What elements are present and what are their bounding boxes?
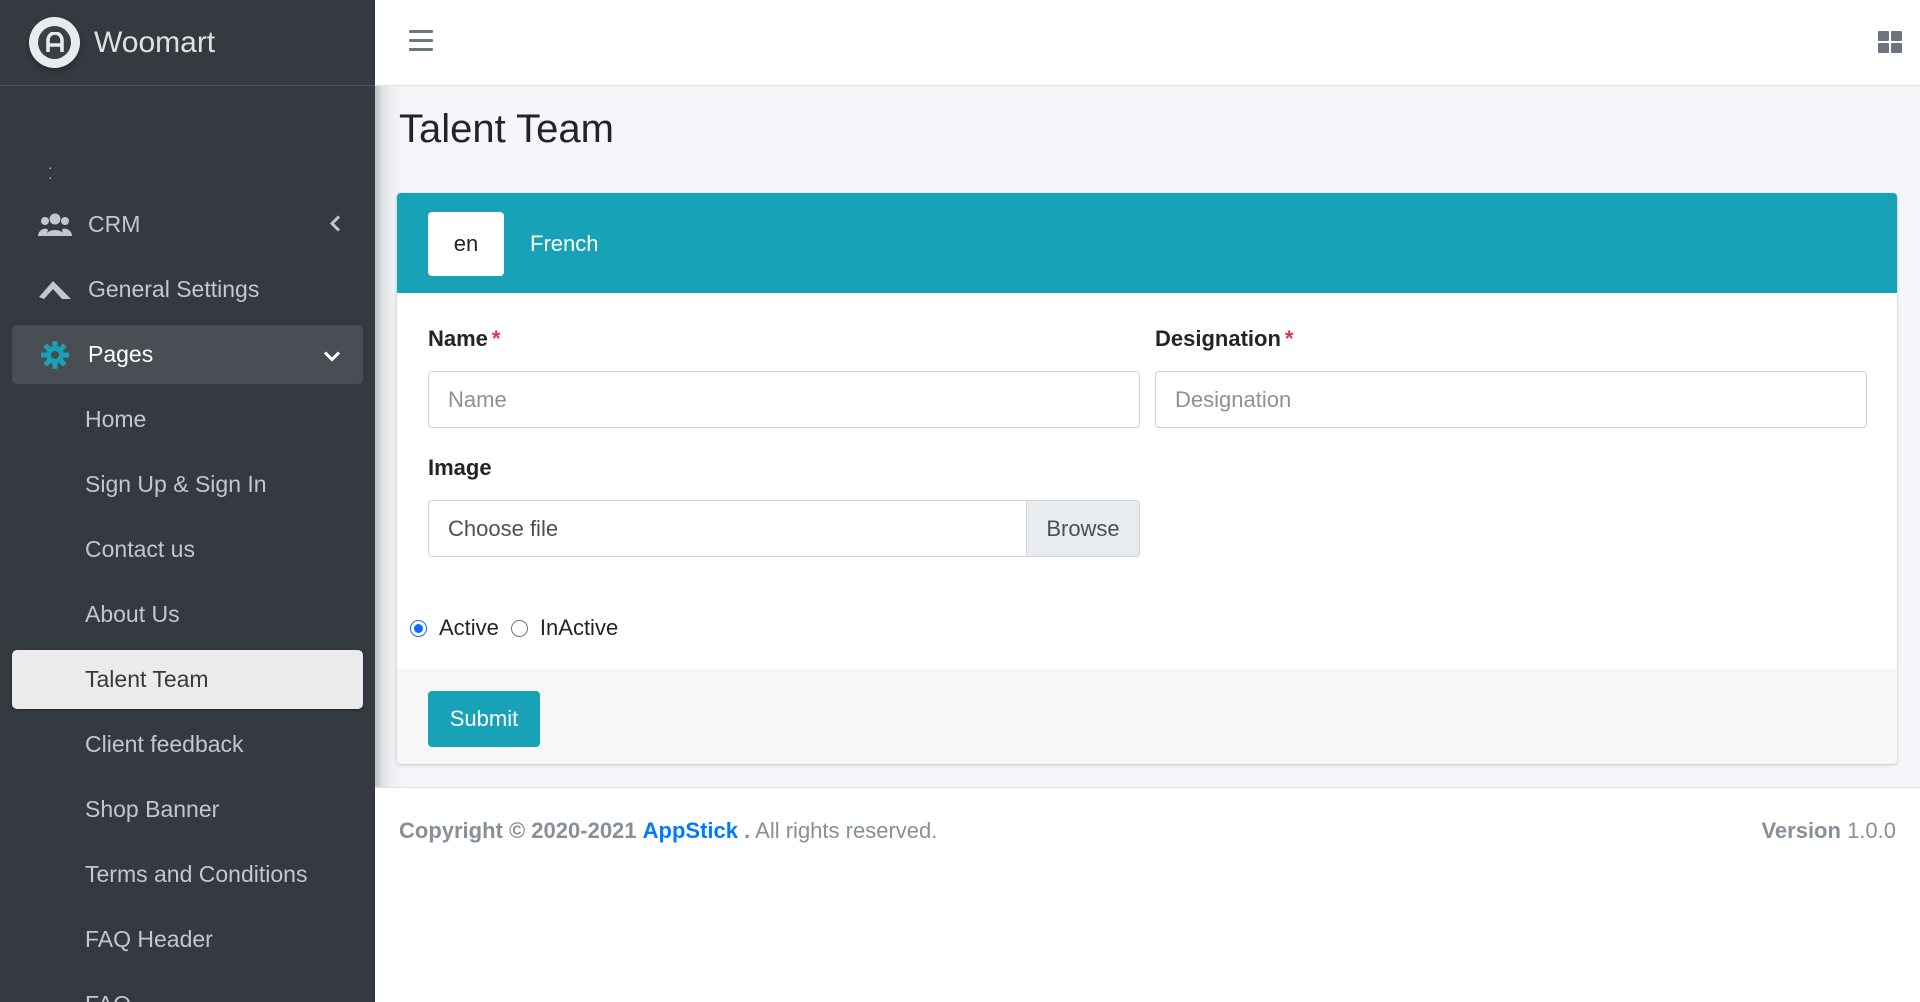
file-name-placeholder: Choose file — [448, 515, 559, 541]
copyright-suffix: All rights reserved. — [755, 818, 938, 843]
appstick-link[interactable]: AppStick — [643, 818, 738, 843]
brand[interactable]: Woomart — [0, 0, 375, 86]
sidebar: Woomart · · CRM General Settings Pages H… — [0, 0, 375, 1002]
gear-icon — [38, 338, 72, 372]
sidebar-subitem-shop-banner[interactable]: Shop Banner — [12, 780, 363, 839]
required-mark: * — [1284, 326, 1294, 351]
tab-french[interactable]: French — [504, 212, 624, 276]
chevron-left-icon — [329, 211, 341, 238]
grid-icon[interactable] — [1878, 31, 1902, 53]
version-text: Version 1.0.0 — [1761, 818, 1896, 844]
status-radio-group: Active InActive — [410, 615, 618, 641]
sidebar-nav: CRM General Settings Pages Home Sign Up … — [12, 195, 363, 1002]
sidebar-subitem-faq-header[interactable]: FAQ Header — [12, 910, 363, 969]
image-label: Image — [428, 455, 492, 480]
copyright-text: Copyright © 2020-2021 AppStick . All rig… — [399, 818, 937, 844]
nav-item-partial: · · — [48, 159, 55, 185]
language-tabs: en French — [397, 193, 1897, 293]
sidebar-subitem-label: FAQ — [85, 991, 131, 1002]
copyright-prefix: Copyright © 2020-2021 — [399, 818, 637, 843]
radio-inactive-label[interactable]: InActive — [540, 615, 618, 641]
settings-logo-icon — [38, 273, 72, 307]
users-icon — [38, 208, 72, 242]
required-mark: * — [491, 326, 501, 351]
image-file-input[interactable]: Choose file Browse — [428, 500, 1140, 557]
name-label: Name * — [428, 326, 501, 351]
radio-inactive[interactable] — [510, 619, 528, 637]
page-footer: Copyright © 2020-2021 AppStick . All rig… — [375, 787, 1920, 1002]
brand-logo-icon — [45, 31, 64, 52]
sidebar-subitem-label: FAQ Header — [85, 926, 213, 952]
version-value: 1.0.0 — [1847, 818, 1896, 843]
brand-name: Woomart — [94, 25, 216, 59]
radio-active-label[interactable]: Active — [439, 615, 499, 641]
sidebar-subitem-client-feedback[interactable]: Client feedback — [12, 715, 363, 774]
sidebar-item-crm[interactable]: CRM — [12, 195, 363, 254]
sidebar-item-label: Pages — [88, 341, 154, 367]
tab-en[interactable]: en — [428, 212, 504, 276]
card-footer: Submit — [397, 670, 1897, 764]
sidebar-subitem-label: About Us — [85, 601, 180, 627]
version-label: Version — [1761, 818, 1841, 843]
sidebar-subitem-home[interactable]: Home — [12, 390, 363, 449]
app-root: Woomart · · CRM General Settings Pages H… — [0, 0, 1920, 1002]
sidebar-subitem-talent-team[interactable]: Talent Team — [12, 650, 363, 709]
name-input[interactable] — [428, 371, 1140, 428]
submit-button[interactable]: Submit — [428, 691, 540, 747]
talent-team-form-card: en French Name* Designation* Image Choos… — [397, 193, 1897, 764]
sidebar-item-pages[interactable]: Pages — [12, 325, 363, 384]
sidebar-item-general-settings[interactable]: General Settings — [12, 260, 363, 319]
sidebar-subitem-label: Contact us — [85, 536, 195, 562]
copyright-dot: . — [744, 818, 751, 843]
hamburger-icon[interactable] — [409, 30, 433, 52]
sidebar-subitem-label: Terms and Conditions — [85, 861, 308, 887]
designation-label: Designation * — [1155, 326, 1294, 351]
sidebar-subitem-about-us[interactable]: About Us — [12, 585, 363, 644]
sidebar-subitem-label: Shop Banner — [85, 796, 220, 822]
top-navbar — [375, 0, 1920, 86]
page-title: Talent Team — [399, 107, 614, 151]
sidebar-subitem-sign-up-sign-in[interactable]: Sign Up & Sign In — [12, 455, 363, 514]
sidebar-subitem-faq[interactable]: FAQ — [12, 975, 363, 1002]
sidebar-subitem-label: Talent Team — [85, 666, 209, 692]
sidebar-subitem-contact-us[interactable]: Contact us — [12, 520, 363, 579]
designation-input[interactable] — [1155, 371, 1867, 428]
sidebar-item-label: General Settings — [88, 276, 260, 302]
sidebar-subitem-label: Sign Up & Sign In — [85, 471, 267, 497]
sidebar-subitem-terms-and-conditions[interactable]: Terms and Conditions — [12, 845, 363, 904]
brand-logo — [29, 17, 80, 68]
radio-active[interactable] — [410, 619, 427, 637]
sidebar-subitem-label: Client feedback — [85, 731, 244, 757]
sidebar-subitem-label: Home — [85, 406, 147, 432]
browse-button[interactable]: Browse — [1026, 501, 1139, 556]
sidebar-item-label: CRM — [88, 211, 141, 237]
chevron-down-icon — [323, 341, 341, 368]
